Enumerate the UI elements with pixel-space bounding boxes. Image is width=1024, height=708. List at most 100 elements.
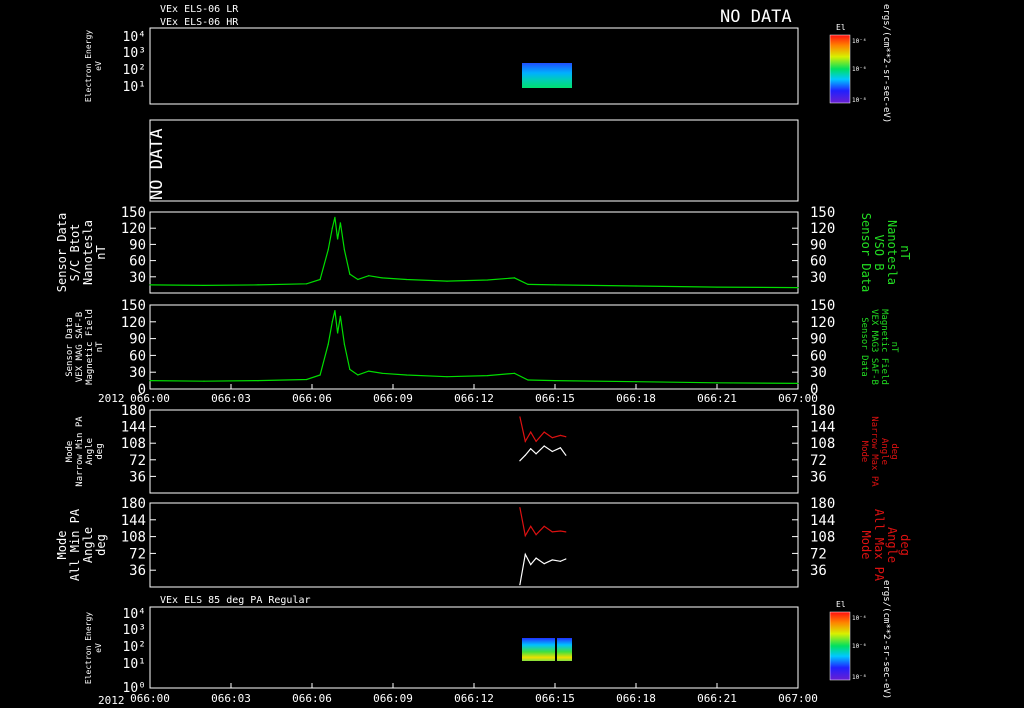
panel-1-ytick: 10¹ xyxy=(123,80,146,95)
ytick-label-right: 60 xyxy=(810,254,827,270)
right-axis-label: Angle xyxy=(885,527,899,563)
series-point xyxy=(357,278,359,281)
dynamic-layer: 30 3060 6090 90120 120150 150Sensor Data S/C B… xyxy=(55,205,912,705)
colorbar-2-tick-3: 10⁻⁸ xyxy=(852,674,866,681)
ytick-label-right: 144 xyxy=(810,420,835,436)
series-point xyxy=(331,227,333,229)
ytick-label-right: 150 xyxy=(810,205,835,221)
panel-1-ylabel-line: Electron Energy xyxy=(84,30,93,102)
right-axis-label: VEX MAG3 SAF-B xyxy=(869,309,879,385)
panel-7-title: VEx ELS 85 deg PA Regular xyxy=(160,595,311,606)
series-point xyxy=(405,374,408,376)
left-axis-label: deg xyxy=(94,534,108,556)
series-point xyxy=(565,558,567,560)
panel-7-ylabel-line: Electron Energy xyxy=(84,612,93,684)
left-axis-label: S/C Btot xyxy=(68,224,82,282)
left-axis-label: VEX MAG SAF-B xyxy=(75,312,85,382)
series-point xyxy=(319,278,321,281)
series-point xyxy=(535,557,537,559)
ytick-label-right: 72 xyxy=(810,453,827,469)
ytick-label-left: 150 xyxy=(121,205,146,221)
series-point xyxy=(559,434,562,436)
panel-1-yticks: 10⁴ 10³ 10² 10¹ xyxy=(123,30,146,95)
ytick-label-left: 144 xyxy=(121,420,146,436)
ytick-label-right: 30 xyxy=(810,365,827,381)
panel-1-ytick: 10⁴ xyxy=(123,30,146,45)
series-point xyxy=(635,285,637,287)
ytick-label-right: 120 xyxy=(810,221,835,237)
ytick-label-right: 120 xyxy=(810,315,835,331)
colorbar-2-unit: ergs/(cm**2-sr-sec-eV) xyxy=(881,580,891,699)
ytick-label-left: 108 xyxy=(121,530,146,546)
series-point xyxy=(559,560,562,562)
panel-7-ylabel-line: eV xyxy=(94,643,103,653)
header-line1: VEx ELS-06 LR xyxy=(160,4,239,15)
series-line xyxy=(149,217,799,289)
xtick-label: 066:00 xyxy=(130,392,170,405)
left-axis-label: All Min PA xyxy=(68,508,82,581)
xtick-label: 066:06 xyxy=(292,692,332,705)
left-axis-label: deg xyxy=(95,443,105,459)
ytick-label-right: 60 xyxy=(810,348,827,364)
series-line xyxy=(519,552,567,585)
series-point xyxy=(551,437,553,439)
panel-1-frame xyxy=(149,27,799,105)
xtick-label: 066:18 xyxy=(616,692,656,705)
series-line xyxy=(519,507,566,538)
ytick-label-right: 144 xyxy=(810,513,835,529)
ytick-label-left: 120 xyxy=(121,315,146,331)
series-point xyxy=(519,460,521,462)
series-point xyxy=(519,507,521,509)
panel-6-frame xyxy=(149,502,799,588)
ytick-label-right: 180 xyxy=(810,403,835,419)
series-point xyxy=(551,450,553,453)
right-axis-label: nT xyxy=(898,245,912,259)
series-point xyxy=(716,286,718,288)
xtick-label: 067:00 xyxy=(778,392,818,405)
panel-7-ytick: 10³ xyxy=(123,623,146,638)
ytick-label-left: 108 xyxy=(121,436,146,452)
panel-1-ylabel-line: eV xyxy=(94,61,103,71)
xtick-label: 066:18 xyxy=(616,392,656,405)
ytick-label-right: 72 xyxy=(810,546,827,562)
series-point xyxy=(337,238,339,240)
series-point xyxy=(327,343,329,345)
right-axis-label: deg xyxy=(889,443,899,459)
ytick-label-right: 90 xyxy=(810,237,827,253)
xtick-label: 067:00 xyxy=(778,692,818,705)
spectrogram-1-data xyxy=(522,63,572,88)
left-axis-label: Narrow Min PA xyxy=(75,416,85,487)
ytick-label-left: 36 xyxy=(129,563,146,579)
ytick-label-left: 60 xyxy=(129,254,146,270)
series-point xyxy=(716,382,718,384)
series-point xyxy=(257,380,259,382)
series-point xyxy=(381,372,383,374)
series-line xyxy=(519,445,567,462)
series-point xyxy=(203,284,205,287)
series-point xyxy=(530,525,532,527)
series-point xyxy=(339,222,341,224)
series-point xyxy=(513,277,516,279)
right-axis-label: Mode xyxy=(859,441,869,463)
series-line xyxy=(149,310,799,384)
series-point xyxy=(306,378,308,381)
series-point xyxy=(551,531,553,533)
series-point xyxy=(524,535,526,537)
series-point xyxy=(519,416,521,418)
ytick-label-left: 36 xyxy=(129,469,146,485)
ytick-label-right: 150 xyxy=(810,298,835,314)
series-point xyxy=(381,277,383,279)
ytick-label-left: 180 xyxy=(121,403,146,419)
series-point xyxy=(339,315,341,317)
ytick-label-left: 180 xyxy=(121,496,146,512)
ytick-label-left: 30 xyxy=(129,365,146,381)
xtick-label: 066:15 xyxy=(535,692,575,705)
series-point xyxy=(349,368,351,370)
right-axis-label: VSO B xyxy=(872,234,886,270)
series-point xyxy=(535,534,537,536)
series-point xyxy=(343,343,345,345)
xtick-label: 066:03 xyxy=(211,392,251,405)
left-axis-label: Nanotesla xyxy=(81,220,95,285)
series-point xyxy=(551,559,553,561)
colorbar-1 xyxy=(829,34,851,104)
